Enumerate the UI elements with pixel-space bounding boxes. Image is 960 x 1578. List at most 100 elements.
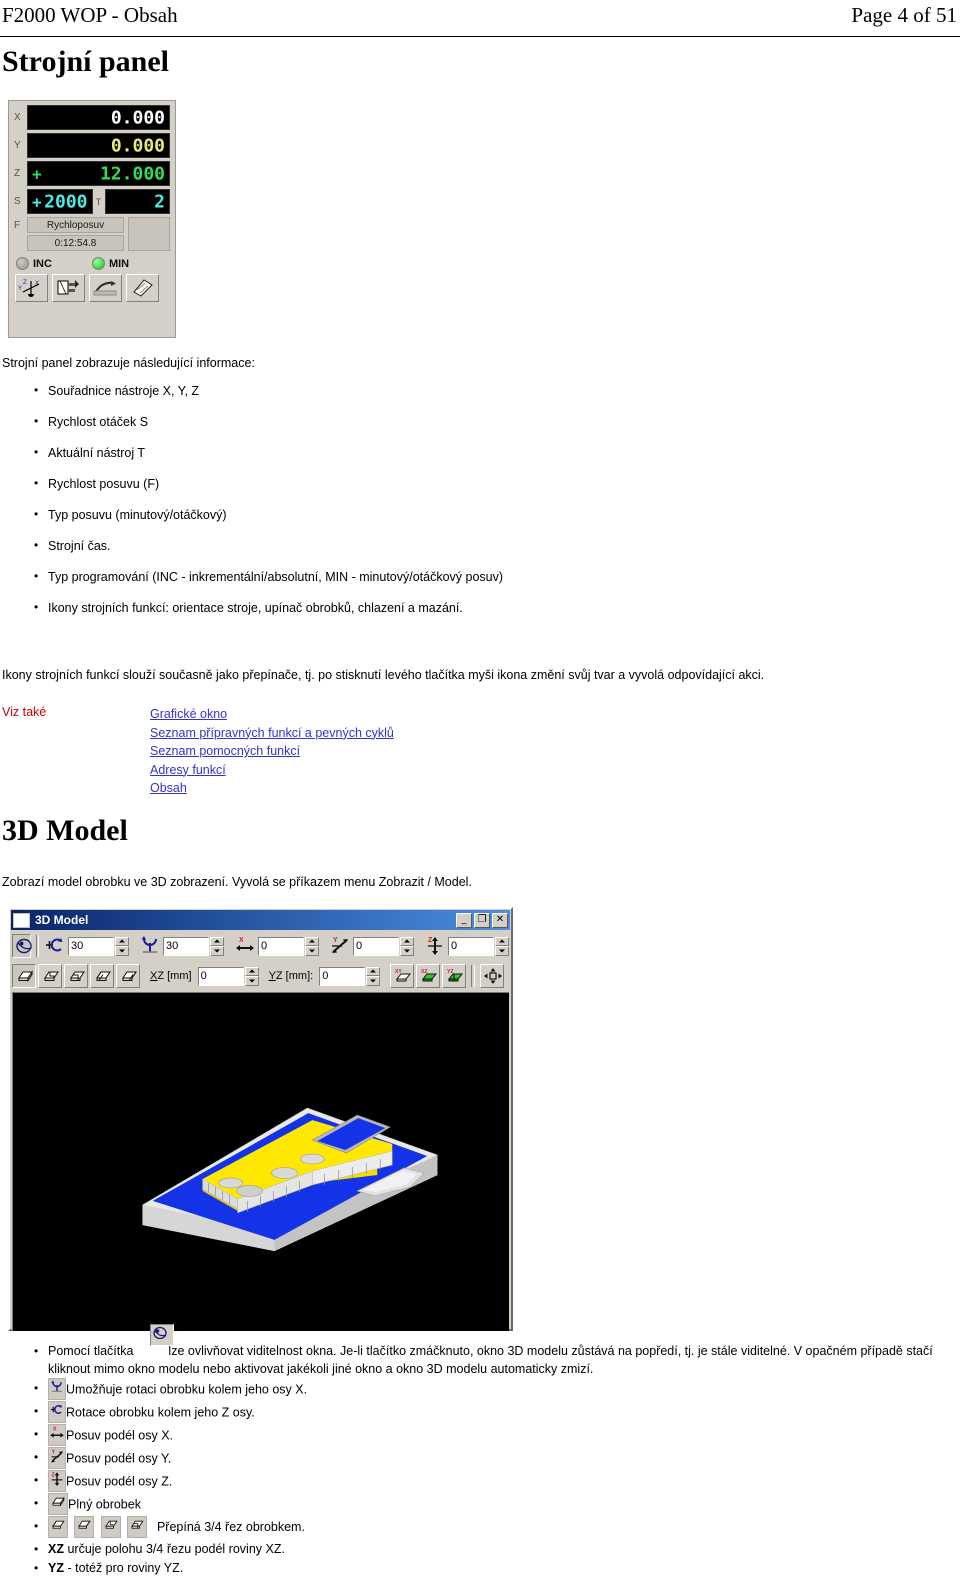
pan-x-spin-down[interactable] xyxy=(305,946,319,956)
note-pan-z-text: Posuv podél osy Z. xyxy=(66,1474,173,1489)
link-adresy-funkci[interactable]: Adresy funkcí xyxy=(150,761,226,780)
rotate-x-spin-down[interactable] xyxy=(210,946,224,956)
always-on-top-button[interactable] xyxy=(12,934,32,958)
rotate-z-spin-down[interactable] xyxy=(115,946,129,956)
list-item-pan-x: X Posuv podél osy X. xyxy=(30,1424,955,1447)
pan-x-input[interactable]: 0 xyxy=(258,936,304,956)
pan-y-spin-down[interactable] xyxy=(400,946,414,956)
maximize-button[interactable]: ❐ xyxy=(474,912,490,928)
pan-x-icon: X xyxy=(234,934,256,958)
cut-2-button[interactable] xyxy=(64,964,88,988)
xz-spin-down[interactable] xyxy=(244,976,259,986)
cut-2-icon xyxy=(67,967,87,990)
rotate-x-spin-up[interactable] xyxy=(210,936,224,946)
toolbar-row-2: XZ [mm] 0 YZ [mm]: 0 XY XZ YZ xyxy=(10,961,511,991)
3d-viewport[interactable] xyxy=(12,992,509,1331)
xy-plane-button[interactable]: XY xyxy=(390,964,415,988)
machine-time-value: 0:12:54.8 xyxy=(27,235,124,251)
pan-y-spin-up[interactable] xyxy=(400,936,414,946)
note-visibility-before: Pomocí tlačítka xyxy=(48,1344,134,1358)
pan-x-icon: X xyxy=(48,1424,66,1446)
axis-value-x: 0.000 xyxy=(110,107,165,128)
lubrication-button[interactable] xyxy=(126,274,159,302)
xz-plane-button[interactable]: XZ xyxy=(416,964,441,990)
machine-panel-intro: Strojní panel zobrazuje následující info… xyxy=(2,356,255,370)
pan-z-field[interactable]: 0 xyxy=(448,936,509,956)
pan-z-icon: Z xyxy=(48,1470,66,1492)
rotate-x-input[interactable]: 30 xyxy=(163,936,209,956)
pan-y-icon: Y xyxy=(48,1447,66,1469)
minimize-icon: _ xyxy=(461,914,467,925)
mode-indicators: INC MIN xyxy=(14,257,170,270)
xz-input[interactable]: 0 xyxy=(197,966,244,986)
yz-input[interactable]: 0 xyxy=(319,966,366,986)
link-obsah[interactable]: Obsah xyxy=(150,779,187,798)
page-header: F2000 WOP - Obsah Page 4 of 51 xyxy=(0,0,960,37)
cut-1-button[interactable] xyxy=(38,964,62,988)
cut-3-button[interactable] xyxy=(90,964,114,988)
pan-x-spin-up[interactable] xyxy=(305,936,319,946)
cut-4-button[interactable] xyxy=(116,964,140,988)
minimize-button[interactable]: _ xyxy=(456,912,472,928)
pan-y-field[interactable]: 0 xyxy=(353,936,414,956)
svg-text:X: X xyxy=(53,1426,57,1432)
pan-z-spin-down[interactable] xyxy=(495,946,509,956)
svg-text:Y: Y xyxy=(52,1449,56,1455)
pan-z-spin-up[interactable] xyxy=(495,936,509,946)
axis-display-z: + 12.000 xyxy=(27,161,170,186)
pan-z-input[interactable]: 0 xyxy=(448,936,494,956)
link-seznam-pripravnych-funkci[interactable]: Seznam přípravných funkcí a pevných cykl… xyxy=(150,724,394,743)
machine-panel-widget: X 0.000 Y 0.000 Z + 12.000 S + 2000 T 2 … xyxy=(8,100,176,338)
xz-spin-up[interactable] xyxy=(244,966,259,976)
rotate-z-icon xyxy=(48,1401,66,1423)
full-workpiece-button[interactable] xyxy=(12,964,36,988)
axis-label-x: X xyxy=(14,112,21,123)
close-button[interactable]: ✕ xyxy=(492,912,508,928)
rotate-z-spin-up[interactable] xyxy=(115,936,129,946)
rotate-z-field[interactable]: 30 xyxy=(68,936,129,956)
window-title-bar[interactable]: 3D Model _ ❐ ✕ xyxy=(11,910,510,930)
list-item: Typ programování (INC - inkrementální/ab… xyxy=(30,569,503,584)
link-seznam-pomocnych-funkci[interactable]: Seznam pomocných funkcí xyxy=(150,742,300,761)
list-item: Strojní čas. xyxy=(30,538,503,553)
machine-orientation-button[interactable]: Z Y X xyxy=(15,274,48,302)
rotate-x-field[interactable]: 30 xyxy=(163,936,224,956)
xz-plane-icon: XZ xyxy=(419,967,439,990)
cut-4-icon xyxy=(74,1516,95,1538)
axis-display-y: 0.000 xyxy=(27,133,170,158)
xz-field[interactable]: 0 xyxy=(197,966,259,986)
list-item-cuts: Přepíná 3/4 řez obrobkem. xyxy=(30,1516,955,1539)
rotate-z-icon xyxy=(44,934,66,958)
spindle-sign: + xyxy=(32,192,42,211)
see-also-label: Viz také xyxy=(2,705,47,719)
indicator-inc[interactable]: INC xyxy=(16,257,52,270)
yz-field[interactable]: 0 xyxy=(319,966,381,986)
workpiece-clamp-button[interactable] xyxy=(52,274,85,302)
tool-display: 2 xyxy=(104,189,170,214)
indicator-min[interactable]: MIN xyxy=(91,257,129,270)
link-graficke-okno[interactable]: Grafické okno xyxy=(150,705,227,724)
svg-text:Z: Z xyxy=(52,1472,56,1478)
fit-to-window-button[interactable] xyxy=(480,964,505,988)
note-cuts-text: Přepíná 3/4 řez obrobkem. xyxy=(156,1520,305,1535)
coolant-button[interactable] xyxy=(89,274,122,302)
rotate-z-input[interactable]: 30 xyxy=(68,936,114,956)
axis-value-y: 0.000 xyxy=(110,135,165,156)
cut-3-icon xyxy=(48,1516,68,1538)
note-yz-text: - totéž pro roviny YZ. xyxy=(63,1561,184,1575)
machine-panel-info-list: Souřadnice nástroje X, Y, Z Rychlost otá… xyxy=(30,383,503,632)
svg-text:X: X xyxy=(239,937,244,944)
yz-spin-down[interactable] xyxy=(366,976,381,986)
list-item-rot-x: Umožňuje rotaci obrobku kolem jeho osy X… xyxy=(30,1378,955,1401)
feed-row: F Rychloposuv 0:12:54.8 xyxy=(14,217,170,253)
pan-y-input[interactable]: 0 xyxy=(353,936,399,956)
list-item: Rychlost posuvu (F) xyxy=(30,476,503,491)
yz-spin-up[interactable] xyxy=(366,966,381,976)
pan-x-field[interactable]: 0 xyxy=(258,936,319,956)
yz-plane-button[interactable]: YZ xyxy=(442,964,467,988)
note-rot-x-text: Umožňuje rotaci obrobku kolem jeho osy X… xyxy=(66,1382,308,1397)
switch-behavior-note: Ikony strojních funkcí slouží současně j… xyxy=(2,668,765,682)
machine-function-buttons: Z Y X xyxy=(14,274,170,302)
tool-value: 2 xyxy=(154,191,165,212)
svg-text:Z: Z xyxy=(23,280,27,286)
